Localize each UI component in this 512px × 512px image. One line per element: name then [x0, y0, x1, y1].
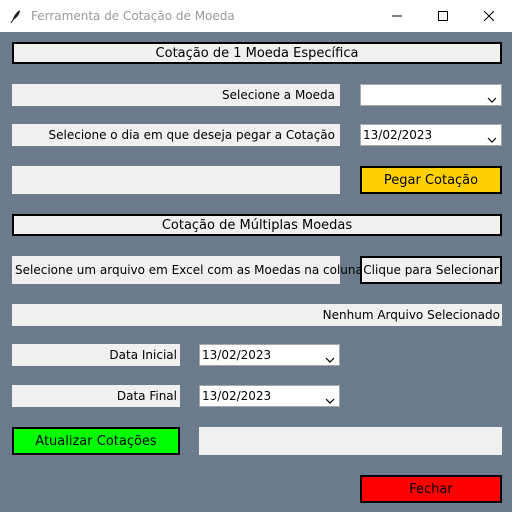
start-date-value: 13/02/2023: [202, 348, 272, 362]
multiple-currencies-heading: Cotação de Múltiplas Moedas: [12, 214, 502, 236]
chevron-down-icon: [487, 132, 497, 146]
start-date-picker[interactable]: 13/02/2023: [199, 344, 340, 366]
end-date-label: Data Final: [12, 385, 180, 407]
file-status-label: Nenhum Arquivo Selecionado: [12, 304, 502, 326]
update-quotes-button[interactable]: Atualizar Cotações: [12, 427, 180, 455]
currency-label: Selecione a Moeda: [12, 84, 340, 106]
close-icon: [484, 11, 494, 21]
file-select-label: Selecione um arquivo em Excel com as Moe…: [12, 256, 379, 284]
chevron-down-icon: [325, 393, 335, 407]
single-currency-heading: Cotação de 1 Moeda Específica: [12, 42, 502, 64]
maximize-button[interactable]: [420, 0, 466, 32]
feather-icon: [8, 8, 24, 24]
app-window: Ferramenta de Cotação de Moeda Cotação d…: [0, 0, 512, 512]
get-quote-button[interactable]: Pegar Cotação: [360, 166, 502, 194]
close-button[interactable]: Fechar: [360, 475, 502, 503]
currency-select[interactable]: [360, 84, 502, 106]
select-file-button[interactable]: Clique para Selecionar: [360, 256, 502, 284]
end-date-picker[interactable]: 13/02/2023: [199, 385, 340, 407]
minimize-button[interactable]: [374, 0, 420, 32]
end-date-value: 13/02/2023: [202, 389, 272, 403]
chevron-down-icon: [487, 92, 497, 106]
minimize-icon: [392, 11, 402, 21]
date-label: Selecione o dia em que deseja pegar a Co…: [12, 124, 340, 146]
date-picker-value: 13/02/2023: [363, 128, 433, 142]
quote-result-field: [12, 166, 340, 194]
close-window-button[interactable]: [466, 0, 512, 32]
start-date-label: Data Inicial: [12, 344, 180, 366]
chevron-down-icon: [325, 352, 335, 366]
date-picker[interactable]: 13/02/2023: [360, 124, 502, 146]
maximize-icon: [438, 11, 448, 21]
title-bar: Ferramenta de Cotação de Moeda: [0, 0, 512, 32]
window-title: Ferramenta de Cotação de Moeda: [31, 9, 235, 23]
update-status-field: [199, 427, 502, 455]
